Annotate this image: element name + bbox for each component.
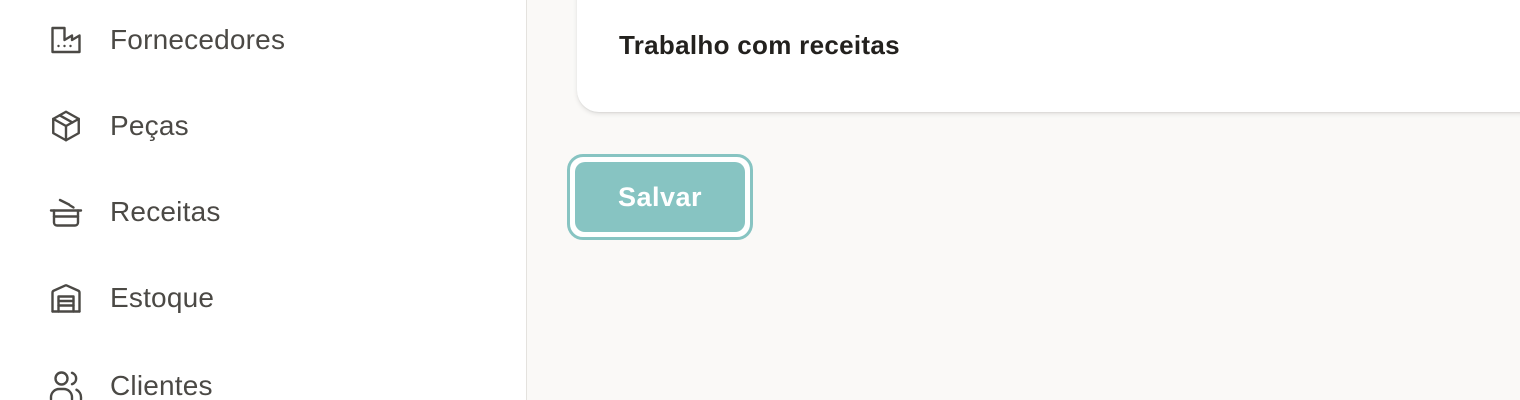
sidebar-item-label: Estoque [110, 282, 215, 313]
sidebar-item-label: Receitas [110, 196, 221, 227]
app-root: Fornecedores Peças Receitas Estoque Clie… [0, 0, 1520, 400]
cooking-pot-icon [48, 194, 84, 230]
sidebar-item-receitas[interactable]: Receitas [0, 180, 526, 240]
recipes-option-label: Trabalho com receitas [619, 30, 900, 60]
save-button-label: Salvar [575, 162, 745, 232]
sidebar-item-label: Fornecedores [110, 24, 286, 55]
sidebar-item-estoque[interactable]: Estoque [0, 266, 526, 326]
sidebar-item-fornecedores[interactable]: Fornecedores [0, 8, 526, 68]
users-icon [48, 368, 84, 400]
sidebar-item-label: Peças [110, 110, 189, 141]
factory-icon [48, 22, 84, 58]
save-button[interactable]: Salvar [567, 154, 753, 240]
sidebar-item-pecas[interactable]: Peças [0, 94, 526, 154]
warehouse-icon [48, 280, 84, 316]
sidebar: Fornecedores Peças Receitas Estoque Clie… [0, 0, 527, 400]
sidebar-item-clientes[interactable]: Clientes [0, 354, 526, 400]
sidebar-item-label: Clientes [110, 370, 213, 400]
package-icon [48, 108, 84, 144]
settings-card: Trabalho com receitas [577, 0, 1520, 112]
main-content: Trabalho com receitas Salvar [527, 0, 1520, 400]
